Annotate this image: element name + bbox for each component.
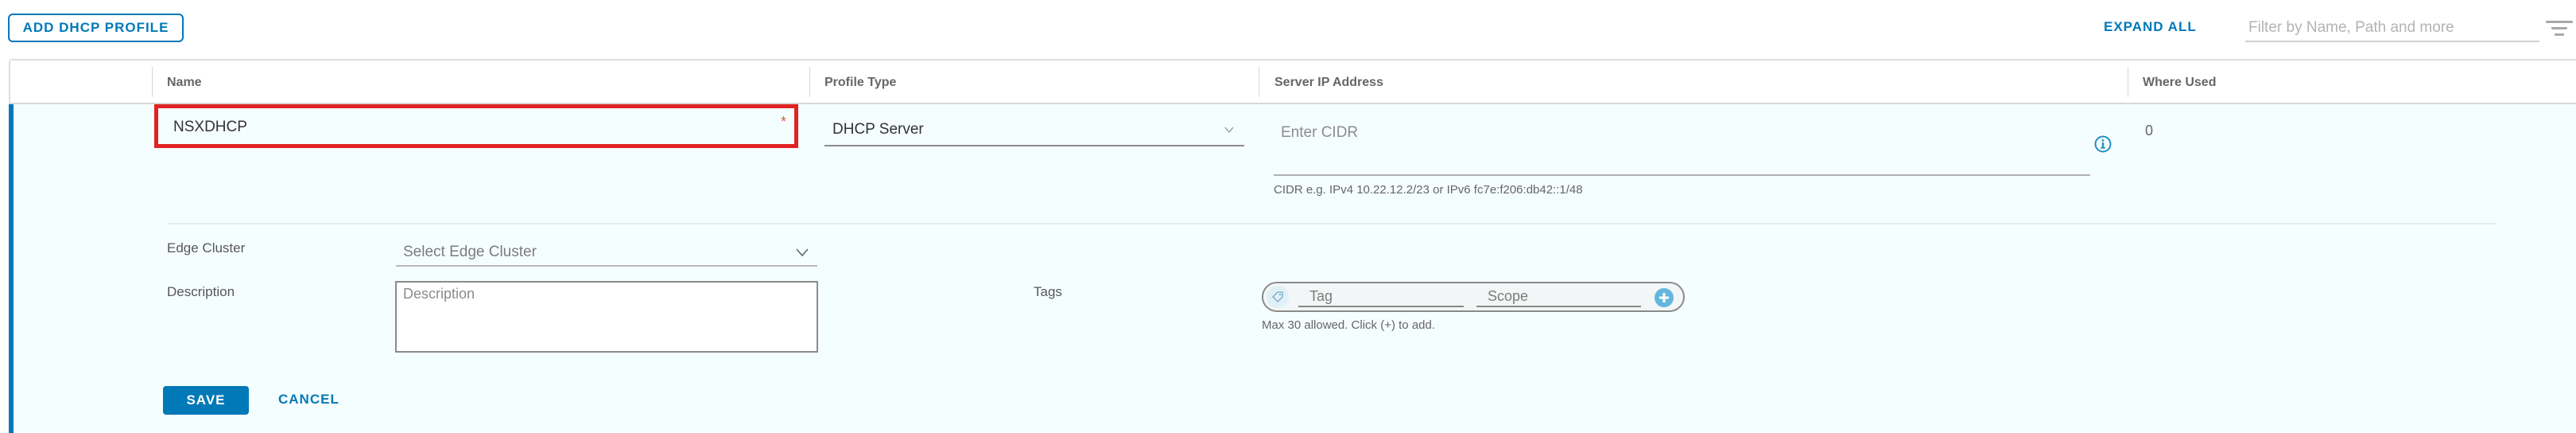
- form-divider: [167, 223, 2496, 224]
- column-header-name[interactable]: Name: [167, 60, 202, 104]
- column-header-server-ip[interactable]: Server IP Address: [1274, 60, 1383, 104]
- tag-input-group: [1262, 282, 1685, 312]
- add-dhcp-profile-button[interactable]: ADD DHCP PROFILE: [8, 14, 184, 42]
- chevron-down-icon: [1224, 127, 1234, 134]
- cancel-button[interactable]: CANCEL: [278, 392, 339, 408]
- tag-input[interactable]: [1298, 287, 1464, 307]
- column-header-where-used[interactable]: Where Used: [2143, 60, 2216, 104]
- tags-hint: Max 30 allowed. Click (+) to add.: [1262, 318, 1436, 332]
- save-button[interactable]: SAVE: [163, 386, 249, 415]
- edge-cluster-select[interactable]: Select Edge Cluster: [396, 239, 817, 267]
- tag-icon: [1267, 286, 1289, 308]
- server-ip-hint: CIDR e.g. IPv4 10.22.12.2/23 or IPv6 fc7…: [1274, 183, 1583, 197]
- edge-cluster-placeholder: Select Edge Cluster: [403, 244, 537, 260]
- scope-input[interactable]: [1476, 287, 1641, 307]
- where-used-count[interactable]: 0: [2145, 123, 2153, 139]
- expand-all-link[interactable]: EXPAND ALL: [2104, 19, 2197, 38]
- column-divider[interactable]: [152, 67, 153, 97]
- column-divider[interactable]: [809, 67, 810, 97]
- filter-input[interactable]: [2245, 14, 2539, 42]
- info-icon[interactable]: [2094, 135, 2112, 153]
- tags-label: Tags: [1034, 284, 1062, 299]
- add-tag-icon[interactable]: [1655, 288, 1674, 307]
- edge-cluster-label: Edge Cluster: [167, 240, 246, 256]
- grid-header: Name Profile Type Server IP Address Wher…: [10, 60, 2576, 104]
- profile-type-select[interactable]: DHCP Server: [824, 118, 1244, 146]
- column-header-profile-type[interactable]: Profile Type: [824, 60, 896, 104]
- chevron-down-icon: [796, 248, 809, 257]
- description-textarea[interactable]: [395, 281, 818, 353]
- description-label: Description: [167, 284, 235, 299]
- filter-icon[interactable]: [2546, 21, 2573, 37]
- profile-type-value: DHCP Server: [832, 121, 924, 138]
- server-ip-input[interactable]: [1274, 118, 2090, 176]
- name-input[interactable]: [173, 115, 778, 139]
- required-marker: *: [781, 114, 787, 130]
